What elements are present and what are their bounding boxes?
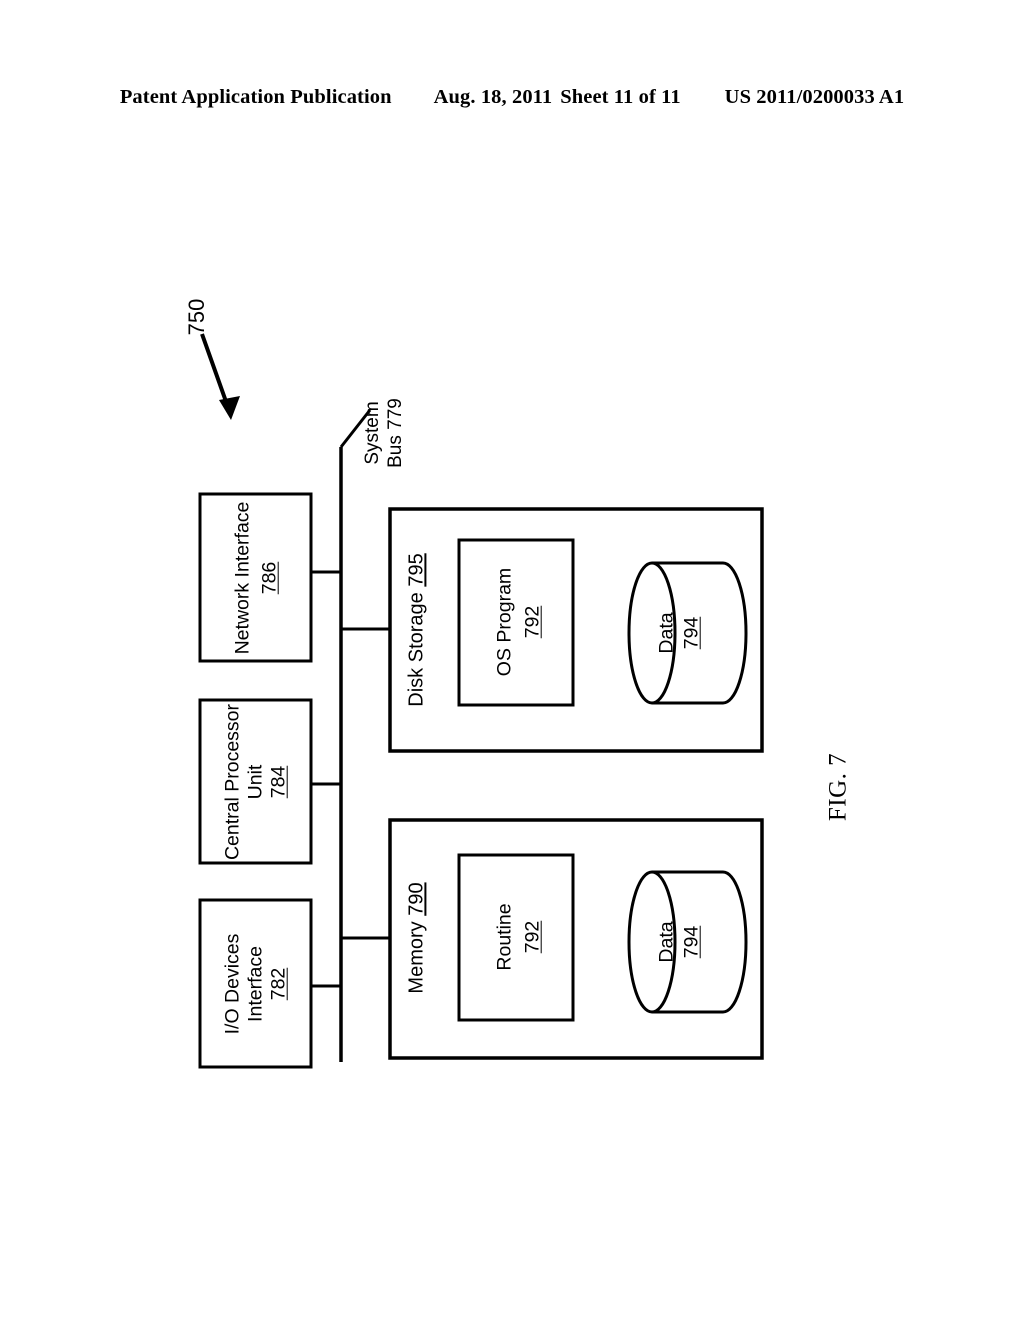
system-reference-leader [200,333,240,420]
system-reference-number: 750 [184,298,210,336]
central-processor-unit-label-line2: Unit [244,764,267,800]
memory-label-text: Memory [405,921,428,994]
memory-reference: 790 [405,882,428,916]
memory-data-label: Data [655,921,678,963]
os-program-label: OS Program [493,567,516,677]
network-interface-reference: 786 [258,561,281,595]
routine-label: Routine [493,903,516,971]
disk-storage-label-text: Disk Storage [405,592,428,707]
disk-storage-data-reference: 794 [680,616,703,650]
memory-data-reference: 794 [680,925,703,959]
io-devices-interface-reference: 782 [267,967,290,1001]
disk-storage-label: Disk Storage 795 [405,553,428,706]
io-devices-interface-label-line2: Interface [244,946,267,1022]
system-bus-label-line1: System [361,401,383,465]
network-interface-box [198,492,313,663]
os-program-reference: 792 [521,605,544,639]
io-devices-interface-label-line1: I/O Devices [221,933,244,1035]
central-processor-unit-label-line1: Central Processor [221,703,244,861]
disk-storage-reference: 795 [405,553,428,587]
patent-figure-7: 750 System Bus 779 Network Interface 786… [0,0,1024,1320]
disk-storage-data-label: Data [655,612,678,654]
figure-caption: FIG. 7 [824,752,852,822]
network-interface-label: Network Interface [231,501,254,655]
system-bus-label-line2: Bus 779 [384,398,406,468]
memory-label: Memory 790 [405,882,428,993]
central-processor-unit-reference: 784 [267,765,290,799]
routine-reference: 792 [521,920,544,954]
